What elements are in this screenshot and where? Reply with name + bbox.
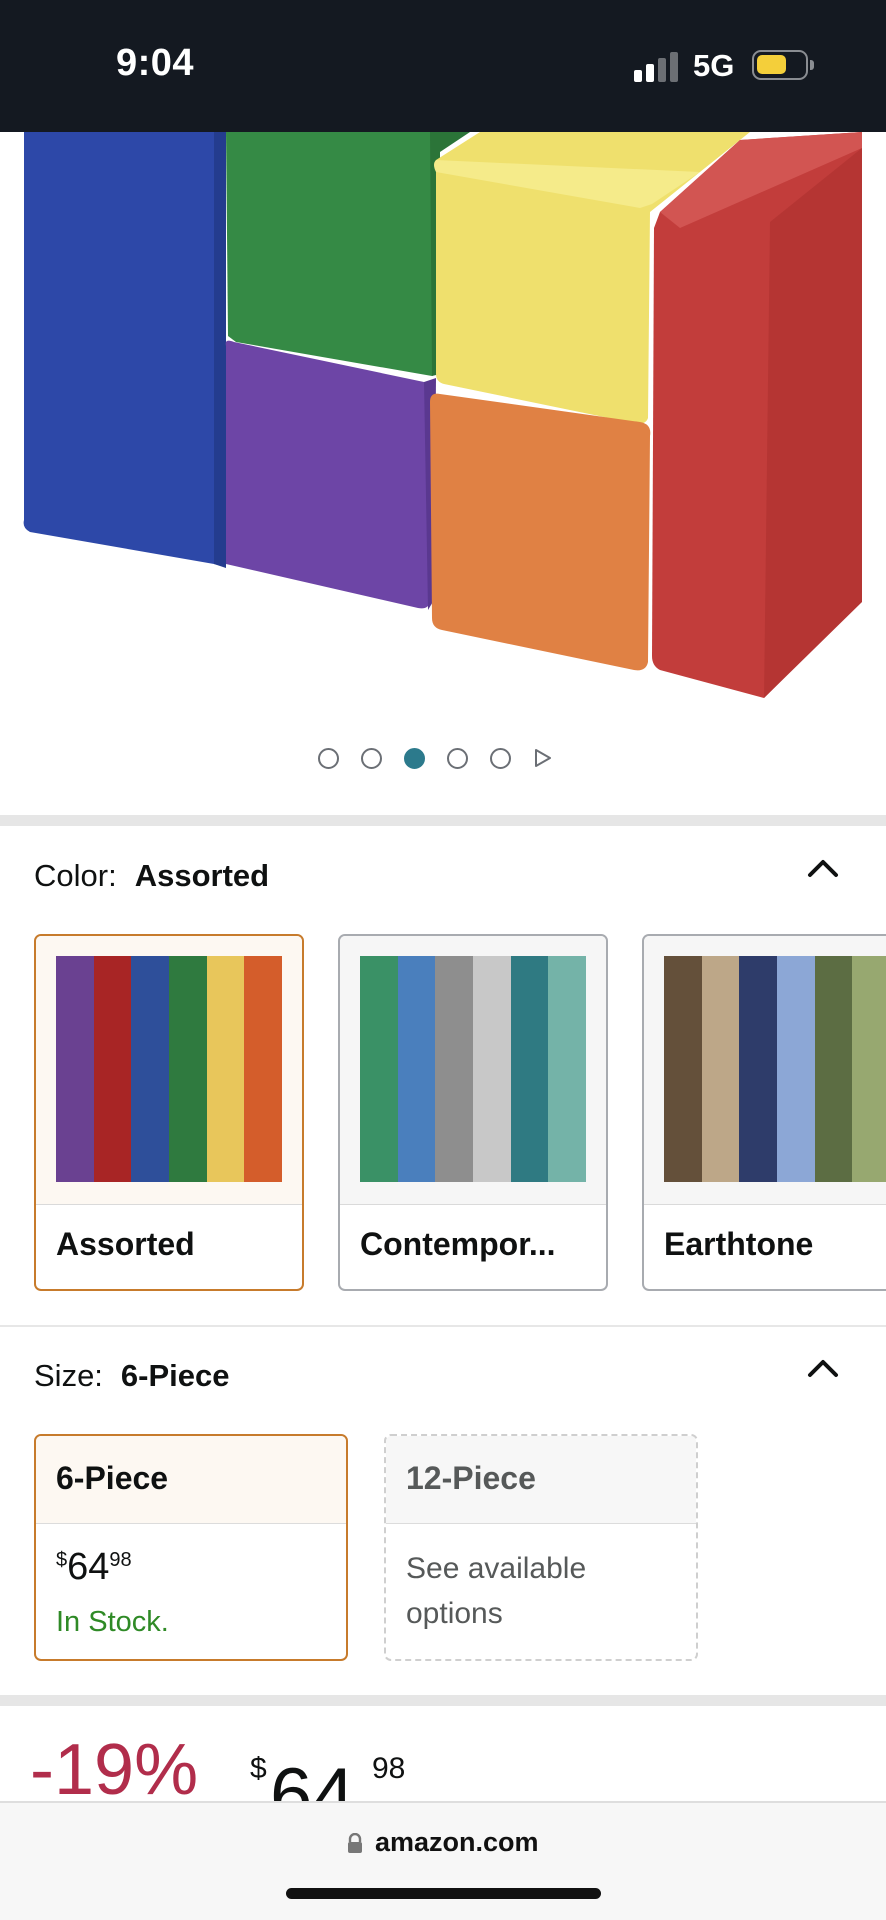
orange-block [430, 393, 651, 671]
stock-status: In Stock. [56, 1606, 169, 1638]
discount-percent: -19% [30, 1730, 199, 1810]
color-stripes [664, 956, 886, 1182]
availability-note: See available options [406, 1552, 587, 1630]
size-option-6-piece[interactable]: 6-Piece $6498 In Stock. [34, 1434, 348, 1661]
section-divider [0, 815, 886, 826]
status-time: 9:04 [116, 42, 195, 84]
green-block [226, 132, 440, 376]
color-stripe [473, 956, 511, 1182]
product-image[interactable] [0, 132, 886, 720]
size-option-price: $6498 [56, 1546, 132, 1588]
status-bar: 9:04 5G [0, 0, 886, 132]
battery-level [757, 55, 786, 74]
home-indicator[interactable] [286, 1888, 601, 1899]
purple-block [225, 340, 433, 609]
color-stripe [701, 956, 740, 1182]
size-selected-value: 6-Piece [120, 1358, 230, 1393]
carousel-dot[interactable] [318, 747, 339, 769]
play-video-icon[interactable] [533, 747, 553, 769]
color-stripes [360, 956, 587, 1182]
color-stripe [360, 956, 398, 1182]
carousel-dot[interactable] [447, 747, 468, 769]
color-stripe [169, 956, 207, 1182]
cellular-signal-icon [634, 52, 680, 82]
browser-url-bar[interactable]: amazon.com [0, 1801, 886, 1920]
color-swatch-assorted[interactable]: Assorted [34, 934, 304, 1291]
chevron-up-icon[interactable] [806, 856, 840, 878]
color-stripe [206, 956, 245, 1182]
carousel-dot[interactable] [361, 747, 382, 769]
swatch-name: Assorted [56, 1226, 195, 1262]
color-label: Color: [34, 858, 117, 893]
color-stripe [93, 956, 132, 1182]
price-currency: $ [250, 1752, 267, 1785]
network-type: 5G [693, 48, 735, 83]
color-stripe [435, 956, 474, 1182]
size-option-name: 6-Piece [56, 1460, 169, 1496]
color-stripe [814, 956, 853, 1182]
size-option-name: 12-Piece [406, 1460, 536, 1496]
swatch-preview [340, 936, 606, 1204]
size-selector-label: Size: 6-Piece [34, 1358, 230, 1394]
swatch-preview [644, 936, 886, 1204]
color-stripe [131, 956, 170, 1182]
color-stripes [56, 956, 283, 1182]
section-divider [0, 1695, 886, 1706]
color-stripe [56, 956, 94, 1182]
size-label: Size: [34, 1358, 103, 1393]
price-fraction: 98 [372, 1752, 406, 1785]
color-stripe [777, 956, 815, 1182]
color-selected-value: Assorted [134, 858, 270, 893]
battery-icon [752, 50, 814, 80]
lock-icon [348, 1832, 362, 1853]
color-swatch-earthtone[interactable]: Earthtone [642, 934, 886, 1291]
size-option-12-piece[interactable]: 12-Piece See available options [384, 1434, 698, 1661]
url-display[interactable]: amazon.com [347, 1827, 539, 1858]
color-selector-label: Color: Assorted [34, 858, 269, 894]
color-stripe [548, 956, 587, 1182]
carousel-dot[interactable] [404, 747, 425, 769]
color-stripe [739, 956, 778, 1182]
carousel-dot[interactable] [490, 747, 511, 769]
color-stripe [664, 956, 702, 1182]
swatch-name: Contempor... [360, 1226, 556, 1262]
color-stripe [852, 956, 886, 1182]
image-carousel-dots[interactable] [318, 745, 553, 771]
color-stripe [510, 956, 549, 1182]
section-divider [0, 1325, 886, 1327]
color-stripe [397, 956, 436, 1182]
url-text: amazon.com [375, 1827, 539, 1857]
swatch-name: Earthtone [664, 1226, 814, 1262]
color-stripe [244, 956, 283, 1182]
color-swatch-contempor[interactable]: Contempor... [338, 934, 608, 1291]
chevron-up-icon[interactable] [806, 1356, 840, 1378]
swatch-preview [36, 936, 302, 1204]
blue-block [23, 132, 222, 566]
